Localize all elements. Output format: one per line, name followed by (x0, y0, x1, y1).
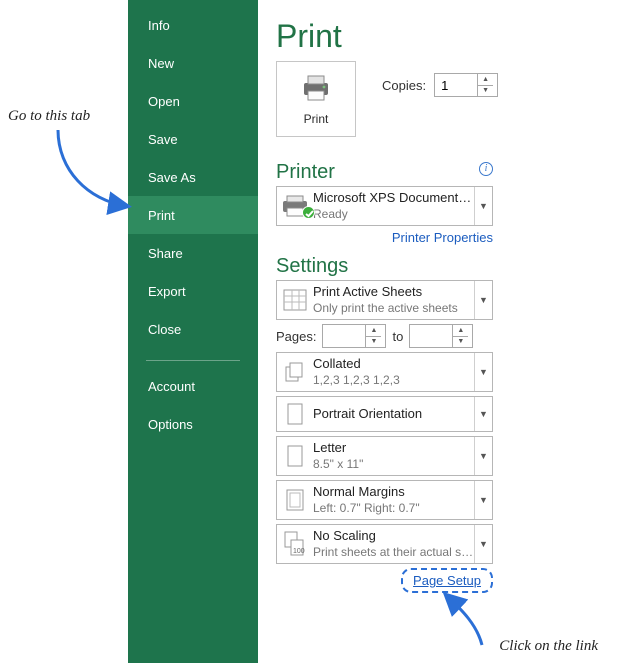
print-scope-selector[interactable]: Print Active Sheets Only print the activ… (276, 280, 493, 320)
combo-sub: 8.5" x 11" (313, 457, 474, 472)
pages-from-input[interactable] (323, 325, 365, 347)
chevron-down-icon[interactable]: ▼ (474, 481, 492, 519)
copies-input[interactable] (435, 74, 477, 96)
paper-size-selector[interactable]: Letter 8.5" x 11" ▼ (276, 436, 493, 476)
combo-sub: Left: 0.7" Right: 0.7" (313, 501, 474, 516)
sidebar-divider (146, 360, 240, 361)
margins-selector[interactable]: Normal Margins Left: 0.7" Right: 0.7" ▼ (276, 480, 493, 520)
sidebar-item-label: Export (148, 284, 186, 299)
up-icon[interactable]: ▲ (453, 325, 468, 337)
chevron-down-icon[interactable]: ▼ (474, 281, 492, 319)
combo-title: Letter (313, 440, 474, 456)
sidebar-item-label: Share (148, 246, 183, 261)
annotation-tab-hint: Go to this tab (8, 108, 90, 125)
info-icon[interactable]: i (479, 162, 493, 176)
pages-to-label: to (392, 329, 403, 344)
sidebar-item-info[interactable]: Info (128, 6, 258, 44)
copies-stepper[interactable]: ▲ ▼ (434, 73, 498, 97)
sidebar-item-close[interactable]: Close (128, 310, 258, 348)
sidebar-item-label: Open (148, 94, 180, 109)
chevron-down-icon[interactable]: ▼ (474, 397, 492, 431)
printer-heading: Printer (276, 161, 335, 184)
copies-group: Copies: ▲ ▼ (382, 73, 498, 97)
settings-heading: Settings (276, 255, 640, 278)
printer-icon (298, 73, 334, 106)
sidebar-item-new[interactable]: New (128, 44, 258, 82)
down-icon[interactable]: ▼ (453, 337, 468, 348)
print-button-label: Print (304, 112, 329, 126)
page-setup-link[interactable]: Page Setup (413, 573, 481, 588)
pages-to-stepper[interactable]: ▲▼ (409, 324, 473, 348)
collate-selector[interactable]: Collated 1,2,3 1,2,3 1,2,3 ▼ (276, 352, 493, 392)
collated-icon (277, 360, 313, 384)
combo-title: Portrait Orientation (313, 406, 474, 422)
backstage-sidebar: Info New Open Save Save As Print Share E… (128, 0, 258, 663)
printer-properties-link[interactable]: Printer Properties (392, 230, 493, 245)
sidebar-item-label: Print (148, 208, 175, 223)
sidebar-item-label: Save As (148, 170, 196, 185)
pages-row: Pages: ▲▼ to ▲▼ (276, 324, 493, 348)
up-icon[interactable]: ▲ (366, 325, 381, 337)
status-ready-icon (302, 206, 315, 219)
sidebar-item-label: Account (148, 379, 195, 394)
sidebar-item-label: New (148, 56, 174, 71)
printer-name: Microsoft XPS Document W… (313, 190, 474, 206)
pages-to-input[interactable] (410, 325, 452, 347)
active-sheets-icon (277, 289, 313, 311)
printer-device-icon (277, 195, 313, 217)
chevron-down-icon[interactable]: ▼ (474, 353, 492, 391)
combo-sub: Print sheets at their actual size (313, 545, 474, 560)
portrait-icon (277, 403, 313, 425)
scaling-icon: 100 (277, 531, 313, 557)
sidebar-item-open[interactable]: Open (128, 82, 258, 120)
sidebar-item-print[interactable]: Print (128, 196, 258, 234)
down-icon[interactable]: ▼ (366, 337, 381, 348)
sidebar-item-account[interactable]: Account (128, 367, 258, 405)
sidebar-item-export[interactable]: Export (128, 272, 258, 310)
svg-text:100: 100 (293, 548, 305, 555)
copies-up[interactable]: ▲ (478, 74, 493, 86)
sidebar-item-share[interactable]: Share (128, 234, 258, 272)
chevron-down-icon[interactable]: ▼ (474, 187, 492, 225)
chevron-down-icon[interactable]: ▼ (474, 525, 492, 563)
annotation-link-hint: Click on the link (499, 638, 598, 655)
combo-title: Collated (313, 356, 474, 372)
paper-icon (277, 445, 313, 467)
pages-from-stepper[interactable]: ▲▼ (322, 324, 386, 348)
scaling-selector[interactable]: 100 No Scaling Print sheets at their act… (276, 524, 493, 564)
print-button[interactable]: Print (276, 61, 356, 137)
combo-title: Print Active Sheets (313, 284, 474, 300)
sidebar-item-label: Close (148, 322, 181, 337)
combo-title: Normal Margins (313, 484, 474, 500)
page-setup-highlight: Page Setup (401, 568, 493, 593)
pages-label: Pages: (276, 329, 316, 344)
sidebar-item-label: Info (148, 18, 170, 33)
combo-title: No Scaling (313, 528, 474, 544)
sidebar-item-options[interactable]: Options (128, 405, 258, 443)
copies-down[interactable]: ▼ (478, 86, 493, 97)
chevron-down-icon[interactable]: ▼ (474, 437, 492, 475)
combo-sub: Only print the active sheets (313, 301, 474, 316)
orientation-selector[interactable]: Portrait Orientation ▼ (276, 396, 493, 432)
page-title: Print (276, 18, 640, 55)
copies-label: Copies: (382, 78, 426, 93)
margins-icon (277, 489, 313, 511)
sidebar-item-label: Options (148, 417, 193, 432)
printer-selector[interactable]: Microsoft XPS Document W… Ready ▼ (276, 186, 493, 226)
sidebar-item-label: Save (148, 132, 178, 147)
printer-status: Ready (313, 207, 474, 222)
print-page-content: Print Print Copies: ▲ ▼ (258, 0, 640, 663)
combo-sub: 1,2,3 1,2,3 1,2,3 (313, 373, 474, 388)
sidebar-item-save-as[interactable]: Save As (128, 158, 258, 196)
sidebar-item-save[interactable]: Save (128, 120, 258, 158)
